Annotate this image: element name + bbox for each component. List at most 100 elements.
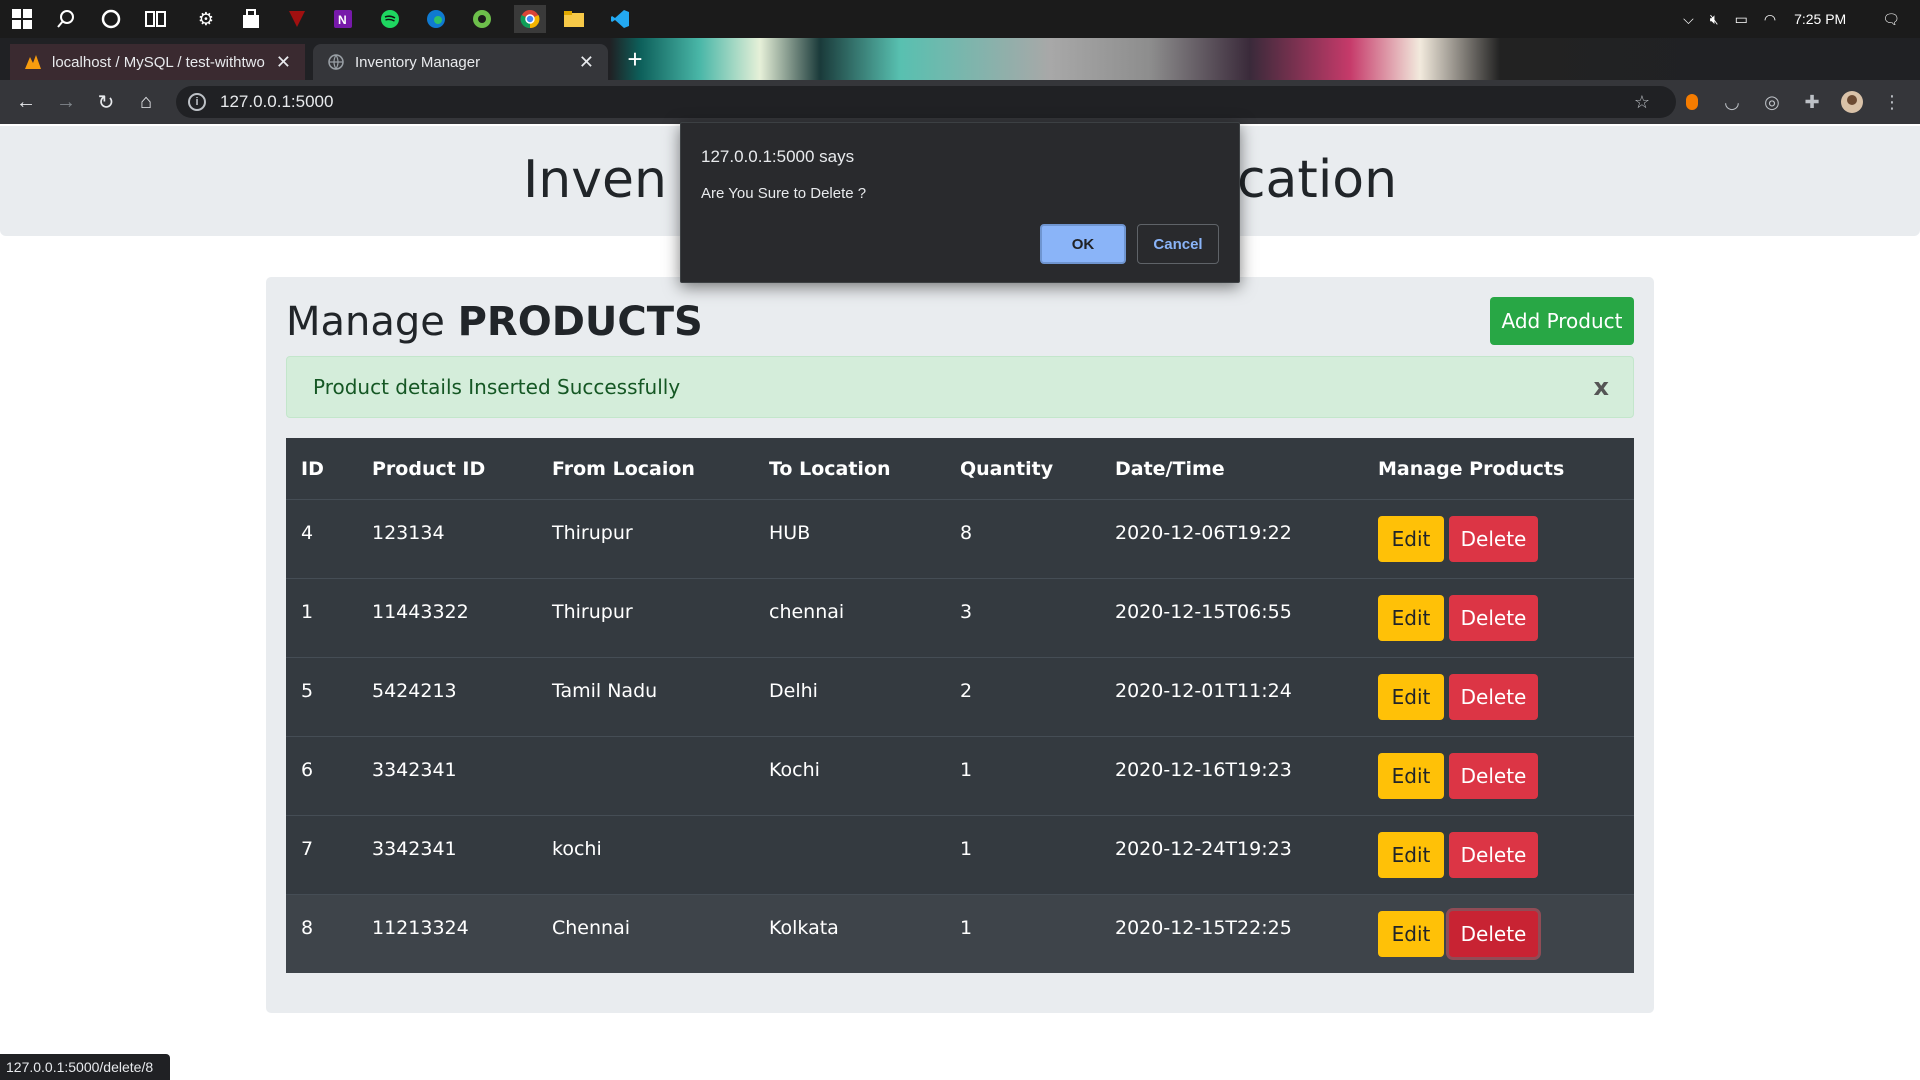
wifi-icon[interactable]: ◠ (1764, 11, 1776, 28)
cell-product-id: 11213324 (372, 917, 469, 939)
edit-button[interactable]: Edit (1378, 674, 1444, 720)
close-tab-icon[interactable]: ✕ (276, 52, 291, 73)
cell-datetime: 2020-12-15T06:55 (1115, 601, 1292, 623)
phpmyadmin-icon (24, 53, 42, 71)
alert-message: Product details Inserted Successfully (313, 375, 681, 399)
cell-product-id: 3342341 (372, 838, 457, 860)
edit-button[interactable]: Edit (1378, 516, 1444, 562)
reload-icon[interactable]: ↻ (92, 88, 120, 116)
new-tab-button[interactable]: + (620, 44, 650, 74)
profile-avatar[interactable] (1840, 90, 1864, 114)
pocket-icon[interactable]: ◡ (1720, 90, 1744, 114)
notification-icon[interactable]: 🗨︎ (1882, 11, 1900, 28)
cell-quantity: 3 (960, 601, 973, 623)
table-row: 4 123134 Thirupur HUB 8 2020-12-06T19:22… (286, 499, 1634, 578)
bookmark-star-icon[interactable]: ☆ (1630, 90, 1654, 114)
manage-word: Manage (286, 299, 445, 345)
dialog-title: 127.0.0.1:5000 says (701, 147, 855, 166)
cell-from: Tamil Nadu (552, 680, 658, 702)
table-header-row: ID Product ID From Locaion To Location Q… (286, 438, 1634, 499)
header-id: ID (301, 457, 324, 480)
edit-button[interactable]: Edit (1378, 753, 1444, 799)
manage-products-heading: Manage PRODUCTS (286, 299, 703, 345)
cell-from: Thirupur (552, 522, 633, 544)
game-app-icon[interactable] (283, 5, 311, 33)
page-title-left: Inven (522, 150, 667, 210)
tab-phpmyadmin[interactable]: localhost / MySQL / test-withtwo ✕ (10, 44, 305, 80)
globe-icon (327, 53, 345, 71)
edit-button[interactable]: Edit (1378, 911, 1444, 957)
settings-icon[interactable]: ⚙ (192, 5, 220, 33)
clock[interactable]: 7:25 PM (1794, 11, 1846, 27)
address-bar[interactable]: i 127.0.0.1:5000 (176, 86, 1676, 118)
edit-button[interactable]: Edit (1378, 595, 1444, 641)
dialog-cancel-button[interactable]: Cancel (1137, 224, 1219, 264)
battery-icon[interactable]: ▭ (1735, 11, 1748, 28)
cell-datetime: 2020-12-15T22:25 (1115, 917, 1292, 939)
spotify-icon[interactable] (376, 5, 404, 33)
delete-button[interactable]: Delete (1449, 832, 1538, 878)
table-row: 8 11213324 Chennai Kolkata 1 2020-12-15T… (286, 894, 1634, 973)
site-info-icon[interactable]: i (188, 93, 206, 111)
delete-button[interactable]: Delete (1449, 674, 1538, 720)
search-icon[interactable] (52, 5, 80, 33)
app-icon[interactable] (468, 5, 496, 33)
cortana-icon[interactable] (97, 5, 125, 33)
delete-button[interactable]: Delete (1449, 595, 1538, 641)
windows-start-icon[interactable] (8, 5, 36, 33)
header-product-id: Product ID (372, 457, 486, 480)
edge-icon[interactable] (422, 5, 450, 33)
cell-datetime: 2020-12-24T19:23 (1115, 838, 1292, 860)
alert-close-button[interactable]: x (1594, 373, 1609, 401)
close-tab-icon[interactable]: ✕ (579, 52, 594, 73)
tab-title: localhost / MySQL / test-withtwo (52, 53, 265, 71)
extension-orange-icon[interactable] (1680, 90, 1704, 114)
delete-button[interactable]: Delete (1449, 753, 1538, 799)
delete-button[interactable]: Delete (1449, 911, 1538, 957)
cell-to: chennai (769, 601, 845, 623)
extension-circle-icon[interactable]: ◎ (1760, 90, 1784, 114)
tab-inventory-manager[interactable]: Inventory Manager ✕ (313, 44, 608, 80)
back-icon[interactable]: ← (12, 88, 40, 116)
cell-quantity: 8 (960, 522, 973, 544)
file-explorer-icon[interactable] (560, 5, 588, 33)
forward-icon[interactable]: → (52, 88, 80, 116)
cell-datetime: 2020-12-01T11:24 (1115, 680, 1292, 702)
cell-from: Thirupur (552, 601, 633, 623)
extensions-puzzle-icon[interactable]: ✚ (1800, 90, 1824, 114)
task-view-icon[interactable] (142, 5, 170, 33)
cell-to: Kochi (769, 759, 820, 781)
delete-button[interactable]: Delete (1449, 516, 1538, 562)
store-icon[interactable] (237, 5, 265, 33)
cell-to: Delhi (769, 680, 818, 702)
home-icon[interactable]: ⌂ (132, 88, 160, 116)
browser-toolbar: ← → ↻ ⌂ i 127.0.0.1:5000 ☆ ◡ ◎ ✚ ⋮ (0, 80, 1920, 124)
cell-id: 8 (301, 917, 314, 939)
dialog-ok-button[interactable]: OK (1040, 224, 1126, 264)
cell-product-id: 11443322 (372, 601, 469, 623)
confirm-dialog: 127.0.0.1:5000 says Are You Sure to Dele… (680, 122, 1240, 283)
products-card: Manage PRODUCTS Add Product Product deta… (266, 277, 1654, 1013)
volume-muted-icon[interactable]: 🔇︎ (1710, 11, 1719, 28)
cell-product-id: 3342341 (372, 759, 457, 781)
menu-dots-icon[interactable]: ⋮ (1880, 90, 1904, 114)
cell-product-id: 5424213 (372, 680, 457, 702)
chrome-icon[interactable] (514, 5, 546, 33)
tab-strip: localhost / MySQL / test-withtwo ✕ Inven… (0, 38, 1920, 105)
header-quantity: Quantity (960, 457, 1054, 480)
chevron-up-icon[interactable]: ⌵ (1683, 11, 1694, 28)
dialog-message: Are You Sure to Delete ? (701, 185, 867, 202)
url-text: 127.0.0.1:5000 (220, 92, 334, 111)
onenote-icon[interactable]: N (329, 5, 357, 33)
header-to-location: To Location (769, 457, 891, 480)
cell-quantity: 1 (960, 917, 973, 939)
vscode-icon[interactable] (606, 5, 634, 33)
edit-button[interactable]: Edit (1378, 832, 1444, 878)
table-row: 6 3342341 Kochi 1 2020-12-16T19:23 Edit … (286, 736, 1634, 815)
table-row: 5 5424213 Tamil Nadu Delhi 2 2020-12-01T… (286, 657, 1634, 736)
add-product-button[interactable]: Add Product (1490, 297, 1634, 345)
windows-taskbar: ⚙ N ⌵ 🔇︎ ▭ ◠ 7:25 PM 🗨︎ (0, 0, 1920, 38)
products-word: PRODUCTS (457, 299, 703, 345)
cell-id: 5 (301, 680, 314, 702)
cell-to: Kolkata (769, 917, 839, 939)
